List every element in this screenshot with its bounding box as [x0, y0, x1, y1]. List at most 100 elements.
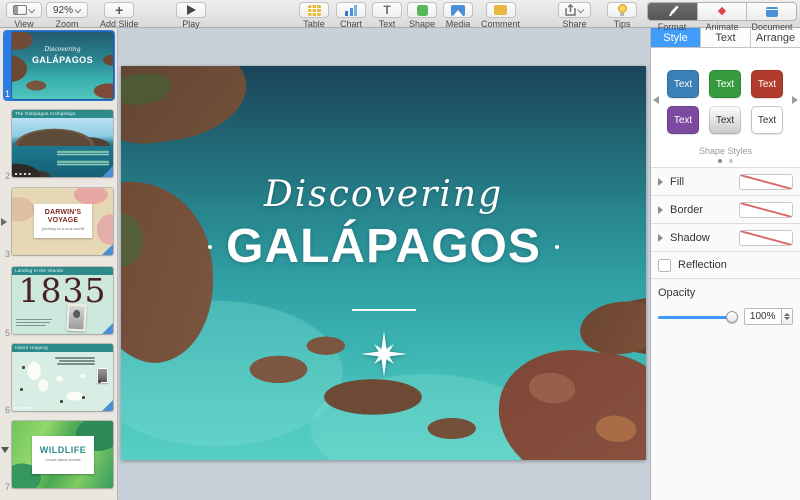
shadow-none-swatch[interactable]: [739, 230, 793, 246]
view-button[interactable]: [6, 2, 42, 18]
thumb3-subtitle: Journey to a new world: [34, 227, 92, 231]
thumb6-animal-mark: [98, 380, 101, 383]
fill-none-swatch[interactable]: [739, 174, 793, 190]
table-button-group: Table: [299, 2, 329, 29]
style-swatch-blue[interactable]: Text: [667, 70, 699, 98]
slide-number-2: 2: [0, 171, 10, 181]
text-button[interactable]: T: [372, 2, 402, 18]
slide-title-block[interactable]: Discovering GALÁPAGOS: [121, 174, 646, 274]
slide-number-7: 7: [0, 482, 10, 492]
thumb3-corner-flag: [102, 244, 113, 255]
thumb6-corner-flag: [102, 400, 113, 411]
disclosure-triangle-icon[interactable]: [658, 206, 663, 214]
chart-button[interactable]: [336, 2, 366, 18]
keynote-window: View 92% Zoom + Add Slide Play Ta: [0, 0, 800, 500]
disclosure-triangle-icon[interactable]: [658, 234, 663, 242]
play-label: Play: [182, 19, 200, 29]
style-swatch-gray[interactable]: Text: [709, 106, 741, 134]
disclosure-triangle-icon[interactable]: [658, 178, 663, 186]
shape-icon: [417, 5, 428, 16]
expanded-group-arrow[interactable]: [1, 447, 9, 453]
fill-label: Fill: [670, 176, 684, 188]
style-swatch-white[interactable]: Text: [751, 106, 783, 134]
text-label: Text: [379, 19, 396, 29]
thumb6-animal-mark: [82, 396, 85, 399]
tips-button[interactable]: [607, 2, 637, 18]
add-slide-button[interactable]: +: [104, 2, 134, 18]
add-slide-button-group: + Add Slide: [100, 2, 139, 29]
border-none-swatch[interactable]: [739, 202, 793, 218]
animate-button[interactable]: ◆: [698, 3, 748, 20]
slide-number-1: 1: [0, 89, 10, 99]
current-slide[interactable]: Discovering GALÁPAGOS: [121, 66, 646, 460]
add-slide-label: Add Slide: [100, 19, 139, 29]
shape-button[interactable]: [407, 2, 437, 18]
chart-button-group: Chart: [336, 2, 366, 29]
comment-button-group: Comment: [481, 2, 520, 29]
zoom-button[interactable]: 92%: [46, 2, 88, 18]
thumb2-mountain-art: [12, 122, 113, 146]
shape-button-group: Shape: [407, 2, 437, 29]
play-icon: [187, 5, 196, 15]
comment-icon: [494, 5, 507, 15]
style-swatch-green[interactable]: Text: [709, 70, 741, 98]
slide-thumbnail-1[interactable]: Discovering GALÁPAGOS: [12, 32, 113, 99]
chart-label: Chart: [340, 19, 362, 29]
document-icon: [766, 7, 778, 17]
toolbar: View 92% Zoom + Add Slide Play Ta: [0, 0, 800, 28]
slide-thumbnail-3[interactable]: DARWIN'S VOYAGE Journey to a new world: [12, 188, 113, 255]
island-art: [121, 66, 253, 150]
table-button[interactable]: [299, 2, 329, 18]
opacity-slider-knob[interactable]: [726, 311, 738, 323]
slide-thumbnail-5[interactable]: Landing in the Islands 1835: [12, 267, 113, 334]
thumb5-year: 1835: [12, 273, 113, 309]
collapsed-group-arrow[interactable]: [1, 218, 7, 226]
island-art: [491, 342, 646, 460]
format-button[interactable]: [648, 3, 698, 20]
thumb5-caption-placeholder: [16, 319, 52, 321]
styles-page-dots[interactable]: [651, 159, 800, 163]
thumb6-animal-mark: [22, 366, 25, 369]
thumb6-build-dots: [15, 407, 31, 409]
opacity-stepper[interactable]: [782, 308, 793, 325]
thumb6-text-placeholder: [57, 363, 95, 365]
thumb2-header: The Galápagos Archipelago: [12, 110, 113, 118]
reflection-checkbox[interactable]: [658, 259, 671, 272]
paintbrush-icon: [666, 5, 679, 18]
shadow-section[interactable]: Shadow: [651, 224, 800, 252]
view-button-group: View: [6, 2, 42, 29]
styles-next-arrow[interactable]: [792, 96, 798, 104]
share-button[interactable]: [558, 2, 591, 18]
stepper-up-icon: [784, 313, 790, 316]
media-button[interactable]: [443, 2, 473, 18]
comment-button[interactable]: [486, 2, 516, 18]
text-icon: T: [383, 4, 390, 16]
thumb5-corner-flag: [102, 323, 113, 334]
fill-section[interactable]: Fill: [651, 168, 800, 196]
divider-rule: [352, 309, 416, 311]
document-label: Document: [747, 22, 797, 32]
slide-thumbnail-2[interactable]: The Galápagos Archipelago: [12, 110, 113, 177]
thumb3-title-card: DARWIN'S VOYAGE Journey to a new world: [34, 204, 92, 238]
thumb6-text-placeholder: [55, 357, 95, 359]
play-button[interactable]: [176, 2, 206, 18]
shape-label: Shape: [409, 19, 435, 29]
style-swatch-red[interactable]: Text: [751, 70, 783, 98]
table-icon: [308, 5, 321, 16]
opacity-slider[interactable]: [658, 311, 736, 323]
diamond-icon: ◆: [718, 6, 726, 17]
slide-thumbnail-6[interactable]: Island Hopping: [12, 344, 113, 411]
slide-navigator: Discovering GALÁPAGOS 1 The Galápagos Ar…: [0, 28, 118, 500]
opacity-slider-track: [658, 316, 736, 319]
styles-prev-arrow[interactable]: [653, 96, 659, 104]
slide-thumbnail-7[interactable]: WILDLIFE Unique island animals: [12, 421, 113, 488]
style-swatch-purple[interactable]: Text: [667, 106, 699, 134]
opacity-label: Opacity: [658, 287, 793, 299]
thumb5-caption-placeholder: [16, 322, 50, 324]
island-art: [578, 299, 646, 358]
border-section[interactable]: Border: [651, 196, 800, 224]
media-label: Media: [446, 19, 471, 29]
document-button[interactable]: [747, 3, 796, 20]
opacity-value-input[interactable]: [744, 308, 782, 325]
thumb6-animal-mark: [20, 388, 23, 391]
